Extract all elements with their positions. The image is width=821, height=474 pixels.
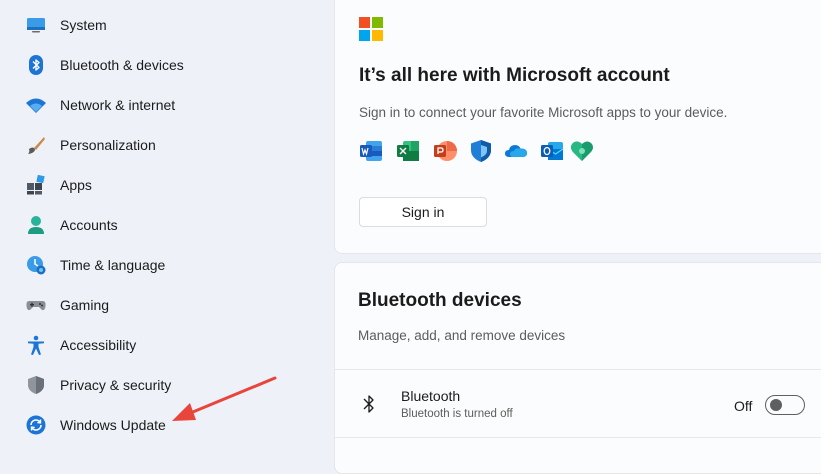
powerpoint-icon xyxy=(434,141,457,161)
toggle-knob xyxy=(770,399,782,411)
card-subtitle: Manage, add, and remove devices xyxy=(358,328,566,343)
toggle-state-label: Off xyxy=(734,398,753,414)
sidebar-item-label: Windows Update xyxy=(60,417,166,433)
microsoft-account-card: It’s all here with Microsoft account Sig… xyxy=(334,0,821,254)
bluetooth-icon xyxy=(26,55,46,75)
gamepad-icon xyxy=(26,295,46,315)
divider xyxy=(335,369,821,370)
sidebar-item-network[interactable]: Network & internet xyxy=(0,87,320,123)
bluetooth-setting-name: Bluetooth xyxy=(401,388,461,404)
sidebar-item-time-language[interactable]: Time & language xyxy=(0,247,320,283)
sidebar-item-bluetooth[interactable]: Bluetooth & devices xyxy=(0,47,320,83)
sidebar-item-accessibility[interactable]: Accessibility xyxy=(0,327,320,363)
word-icon xyxy=(360,141,382,161)
wifi-icon xyxy=(26,95,46,115)
bluetooth-icon xyxy=(363,395,374,413)
sidebar-item-label: Bluetooth & devices xyxy=(60,57,184,73)
sidebar-item-label: Personalization xyxy=(60,137,156,153)
sidebar-item-label: Apps xyxy=(60,177,92,193)
clock-globe-icon xyxy=(26,255,46,275)
sidebar-item-gaming[interactable]: Gaming xyxy=(0,287,320,323)
annotation-arrow-icon xyxy=(172,376,277,421)
sidebar-item-label: Time & language xyxy=(60,257,166,273)
outlook-icon xyxy=(541,142,564,160)
sign-in-button[interactable]: Sign in xyxy=(359,197,487,227)
sidebar-item-personalization[interactable]: Personalization xyxy=(0,127,320,163)
accessibility-icon xyxy=(26,335,46,355)
excel-icon xyxy=(397,141,419,161)
bluetooth-devices-card: Bluetooth devices Manage, add, and remov… xyxy=(334,262,821,474)
onedrive-icon xyxy=(505,145,527,157)
card-subtitle: Sign in to connect your favorite Microso… xyxy=(359,105,728,120)
sidebar-item-apps[interactable]: Apps xyxy=(0,167,320,203)
brush-icon xyxy=(26,135,46,155)
shield-icon xyxy=(26,375,46,395)
divider xyxy=(335,437,821,438)
card-title: Bluetooth devices xyxy=(358,290,522,311)
system-icon xyxy=(26,15,46,35)
sidebar-item-label: Accounts xyxy=(60,217,118,233)
card-title: It’s all here with Microsoft account xyxy=(359,65,670,86)
bluetooth-toggle[interactable] xyxy=(765,395,805,415)
sidebar-item-system[interactable]: System xyxy=(0,7,320,43)
sidebar-item-label: Network & internet xyxy=(60,97,176,113)
sidebar-item-accounts[interactable]: Accounts xyxy=(0,207,320,243)
microsoft-logo-icon xyxy=(359,17,383,41)
windows-update-icon xyxy=(26,415,46,435)
defender-icon xyxy=(471,140,491,162)
family-icon xyxy=(571,141,593,161)
sidebar-item-label: Privacy & security xyxy=(60,377,172,393)
account-icon xyxy=(26,215,46,235)
sidebar-item-label: Accessibility xyxy=(60,337,137,353)
sidebar-item-label: System xyxy=(60,17,107,33)
bluetooth-setting-status: Bluetooth is turned off xyxy=(401,408,513,420)
sidebar-item-label: Gaming xyxy=(60,297,110,313)
apps-icon xyxy=(26,175,46,195)
